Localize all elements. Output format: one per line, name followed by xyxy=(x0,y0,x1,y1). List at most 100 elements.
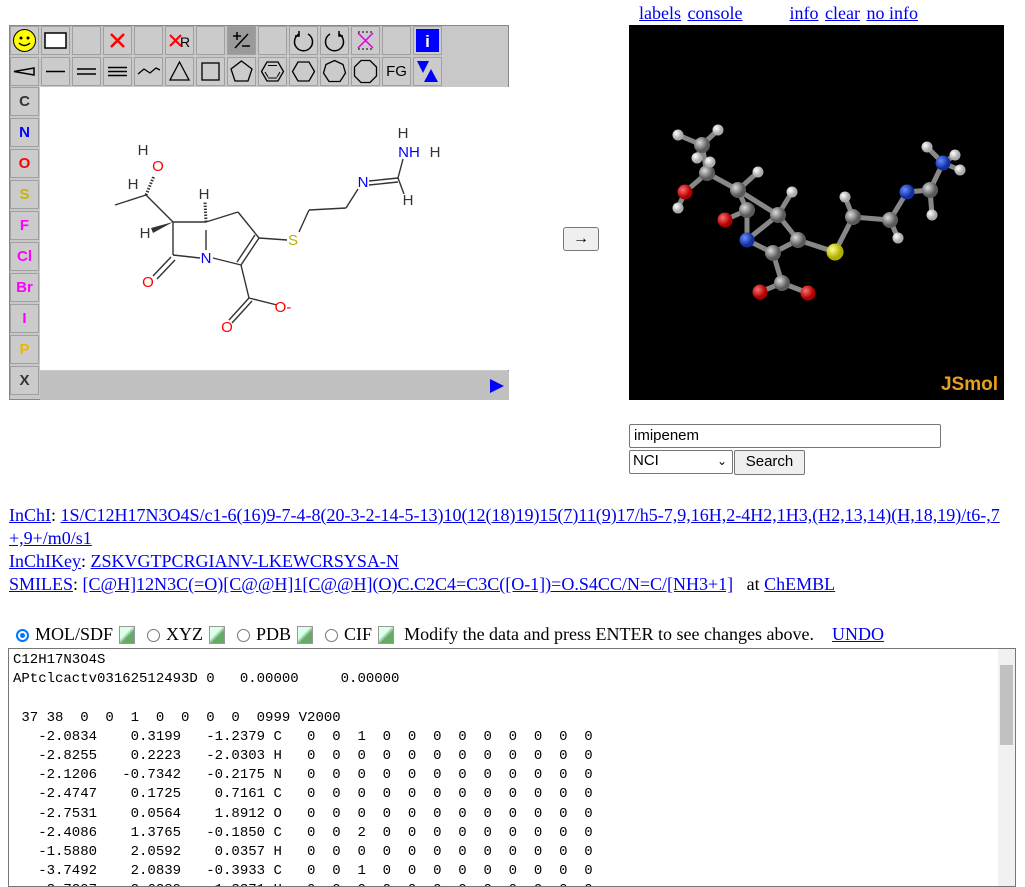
benzene-button[interactable] xyxy=(258,57,287,86)
element-button-n[interactable]: N xyxy=(10,118,39,147)
atom-label: H xyxy=(128,176,139,193)
pentagon-button[interactable] xyxy=(227,57,256,86)
element-button-br[interactable]: Br xyxy=(10,273,39,302)
info-link[interactable]: info xyxy=(789,3,818,23)
mol-data-content: C12H17N3O4S APtclcactv03162512493D 0 0.0… xyxy=(13,652,593,886)
smiles-label-link[interactable]: SMILES xyxy=(9,574,73,594)
blank-rect-button[interactable] xyxy=(41,26,70,55)
wedge-bond-icon xyxy=(13,67,35,76)
xyz-download-icon[interactable] xyxy=(209,625,226,644)
scrollbar[interactable] xyxy=(998,649,1015,886)
triple-bond-icon xyxy=(108,66,127,77)
square-icon xyxy=(201,62,220,81)
hexagon-icon xyxy=(291,61,316,82)
square-button[interactable] xyxy=(196,57,225,86)
atom-3d-o xyxy=(752,284,768,300)
drawing-canvas[interactable]: H O H H H N O S O O- N NH H H H xyxy=(40,87,509,370)
heptagon-button[interactable] xyxy=(320,57,349,86)
bond xyxy=(205,211,239,223)
toolbar-empty-button[interactable] xyxy=(134,26,163,55)
no-info-link[interactable]: no info xyxy=(866,3,918,23)
delete-x-button[interactable] xyxy=(103,26,132,55)
play-triangle-icon[interactable] xyxy=(489,378,505,394)
toolbar-empty-button[interactable] xyxy=(382,26,411,55)
triangle-button[interactable] xyxy=(165,57,194,86)
element-button-cl[interactable]: Cl xyxy=(10,242,39,271)
double-bond-button[interactable] xyxy=(72,57,101,86)
single-bond-icon xyxy=(46,70,65,73)
bond xyxy=(368,181,399,186)
smiles-row: SMILES: [C@H]12N3C(=O)[C@@H]1[C@@H](O)C.… xyxy=(9,574,836,594)
template-button[interactable] xyxy=(413,57,442,86)
element-button-o[interactable]: O xyxy=(10,149,39,178)
pdb-radio[interactable] xyxy=(237,629,251,642)
atom-label: O xyxy=(221,319,233,336)
smiles-value-link[interactable]: [C@H]12N3C(=O)[C@@H]1[C@@H](O)C.C2C4=C3C… xyxy=(83,574,734,594)
chain-button[interactable] xyxy=(134,57,163,86)
element-button-c[interactable]: C xyxy=(10,87,39,116)
element-button-p[interactable]: P xyxy=(10,335,39,364)
toolbar-empty-button[interactable] xyxy=(258,26,287,55)
inchi-label-link[interactable]: InChI xyxy=(9,505,51,525)
delete-r-icon: R xyxy=(169,34,190,50)
atom-3d-o xyxy=(717,212,733,228)
bond xyxy=(308,207,347,211)
toolbar-empty-button[interactable] xyxy=(72,26,101,55)
xyz-label: XYZ xyxy=(166,624,204,644)
jsmol-3d-viewer[interactable]: JSmol xyxy=(629,25,1004,400)
redo-button[interactable] xyxy=(320,26,349,55)
charge-button[interactable] xyxy=(227,26,256,55)
charge-icon xyxy=(233,32,250,49)
pdb-download-icon[interactable] xyxy=(297,625,314,644)
element-button-f[interactable]: F xyxy=(10,211,39,240)
atom-3d-h xyxy=(691,152,703,164)
octagon-button[interactable] xyxy=(351,57,380,86)
search-input[interactable]: imipenem xyxy=(629,424,941,448)
source-select[interactable]: NCI ⌄ xyxy=(629,450,733,474)
viewer-links: labels console info clear no info xyxy=(639,3,920,24)
mol-download-icon[interactable] xyxy=(119,625,136,644)
atom-3d-c xyxy=(774,275,790,291)
atom-3d-c xyxy=(790,232,806,248)
element-button-s[interactable]: S xyxy=(10,180,39,209)
cif-download-icon[interactable] xyxy=(378,625,395,644)
delete-r-button[interactable]: R xyxy=(165,26,194,55)
console-link[interactable]: console xyxy=(688,3,743,23)
scrollbar-thumb[interactable] xyxy=(1000,665,1013,745)
hexagon-button[interactable] xyxy=(289,57,318,86)
info-button[interactable]: i xyxy=(413,26,442,55)
delete-x-icon xyxy=(110,33,125,48)
chembl-link[interactable]: ChEMBL xyxy=(764,574,835,594)
functional-group-button[interactable]: FG xyxy=(382,57,411,86)
undo-link[interactable]: UNDO xyxy=(832,624,884,645)
xyz-radio[interactable] xyxy=(147,629,161,642)
bond xyxy=(240,264,250,299)
element-button-x[interactable]: X xyxy=(10,366,39,395)
mol-radio[interactable] xyxy=(16,629,29,642)
undo-button[interactable] xyxy=(289,26,318,55)
inchikey-value-link[interactable]: ZSKVGTPCRGIANV-LKEWCRSYSA-N xyxy=(91,551,399,571)
atom-3d-n xyxy=(935,155,951,171)
atom-3d-o xyxy=(800,285,816,301)
single-bond-button[interactable] xyxy=(41,57,70,86)
structure-editor[interactable]: Ri FG C N O S F Cl Br I P X H O H H H N O S O O- N NH H H H xyxy=(9,25,509,400)
transfer-to-3d-button[interactable]: → xyxy=(563,227,599,251)
clear-x-button[interactable] xyxy=(351,26,380,55)
triple-bond-button[interactable] xyxy=(103,57,132,86)
identifiers: InChI: 1S/C12H17N3O4S/c1-6(16)9-7-4-8(20… xyxy=(9,504,1009,596)
element-button-i[interactable]: I xyxy=(10,304,39,333)
wedge-bond-button[interactable] xyxy=(10,57,39,86)
atom-label: NH xyxy=(398,144,420,161)
search-button[interactable]: Search xyxy=(734,450,805,475)
mol-data-textarea[interactable]: C12H17N3O4S APtclcactv03162512493D 0 0.0… xyxy=(8,648,1016,887)
toolbar-empty-button[interactable] xyxy=(196,26,225,55)
inchi-value-link[interactable]: 1S/C12H17N3O4S/c1-6(16)9-7-4-8(20-3-2-14… xyxy=(9,505,1000,548)
svg-text:R: R xyxy=(180,34,190,50)
toolbar-row-1: Ri xyxy=(10,26,444,55)
status-bar xyxy=(40,371,509,400)
clear-link[interactable]: clear xyxy=(825,3,860,23)
smiley-button[interactable] xyxy=(10,26,39,55)
cif-radio[interactable] xyxy=(325,629,339,642)
inchikey-label-link[interactable]: InChIKey xyxy=(9,551,81,571)
labels-link[interactable]: labels xyxy=(639,3,681,23)
